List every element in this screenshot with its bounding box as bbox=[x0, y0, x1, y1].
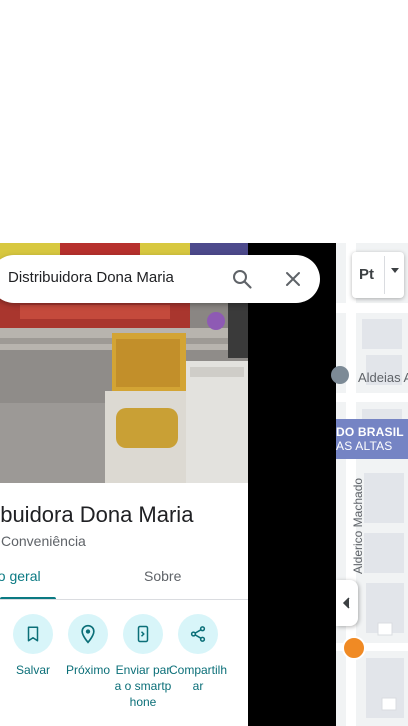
map-label-brasil: DO BRASIL bbox=[336, 425, 404, 439]
send-to-phone-label: Enviar para o smartphone bbox=[114, 663, 172, 709]
share-button[interactable]: Compartilhar bbox=[168, 614, 228, 694]
bookmark-icon bbox=[13, 614, 53, 654]
nearby-label: Próximo bbox=[65, 663, 110, 677]
close-icon[interactable] bbox=[281, 267, 305, 291]
top-blank-area bbox=[0, 0, 408, 243]
collapse-panel-button[interactable] bbox=[336, 580, 358, 626]
place-panel: ribuidora Dona Maria Conveniência ão ger… bbox=[0, 243, 248, 726]
chevron-left-icon bbox=[342, 597, 350, 609]
send-to-phone-button[interactable]: Enviar para o smartphone bbox=[113, 614, 173, 710]
layers-button[interactable]: Pt bbox=[352, 252, 404, 298]
map-label-altas: AS ALTAS bbox=[336, 439, 393, 453]
tab-about[interactable]: Sobre bbox=[144, 568, 181, 600]
share-icon bbox=[178, 614, 218, 654]
save-label: Salvar bbox=[15, 663, 50, 677]
search-input[interactable]: Distribuidora Dona Maria bbox=[8, 269, 174, 286]
map-poi-icon[interactable] bbox=[331, 366, 349, 384]
dark-separator bbox=[248, 243, 336, 726]
nearby-button[interactable]: Próximo bbox=[58, 614, 118, 678]
tabs-divider bbox=[0, 599, 248, 600]
place-category: Conveniência bbox=[1, 533, 86, 549]
search-icon[interactable] bbox=[230, 267, 254, 291]
map-label-street: Alderico Machado bbox=[351, 477, 365, 574]
send-to-phone-icon bbox=[123, 614, 163, 654]
layers-label: Pt bbox=[359, 266, 374, 283]
nearby-icon bbox=[68, 614, 108, 654]
share-label: Compartilhar bbox=[168, 663, 228, 693]
map-label-aldeias: Aldeias A bbox=[358, 370, 408, 385]
chevron-down-icon[interactable] bbox=[391, 268, 399, 273]
place-title: ribuidora Dona Maria bbox=[0, 502, 194, 527]
layers-divider bbox=[384, 256, 385, 294]
save-button[interactable]: Salvar bbox=[3, 614, 63, 678]
restaurant-icon[interactable] bbox=[342, 636, 366, 660]
tab-overview[interactable]: ão geral bbox=[0, 568, 41, 600]
search-box[interactable]: Distribuidora Dona Maria bbox=[0, 255, 320, 303]
